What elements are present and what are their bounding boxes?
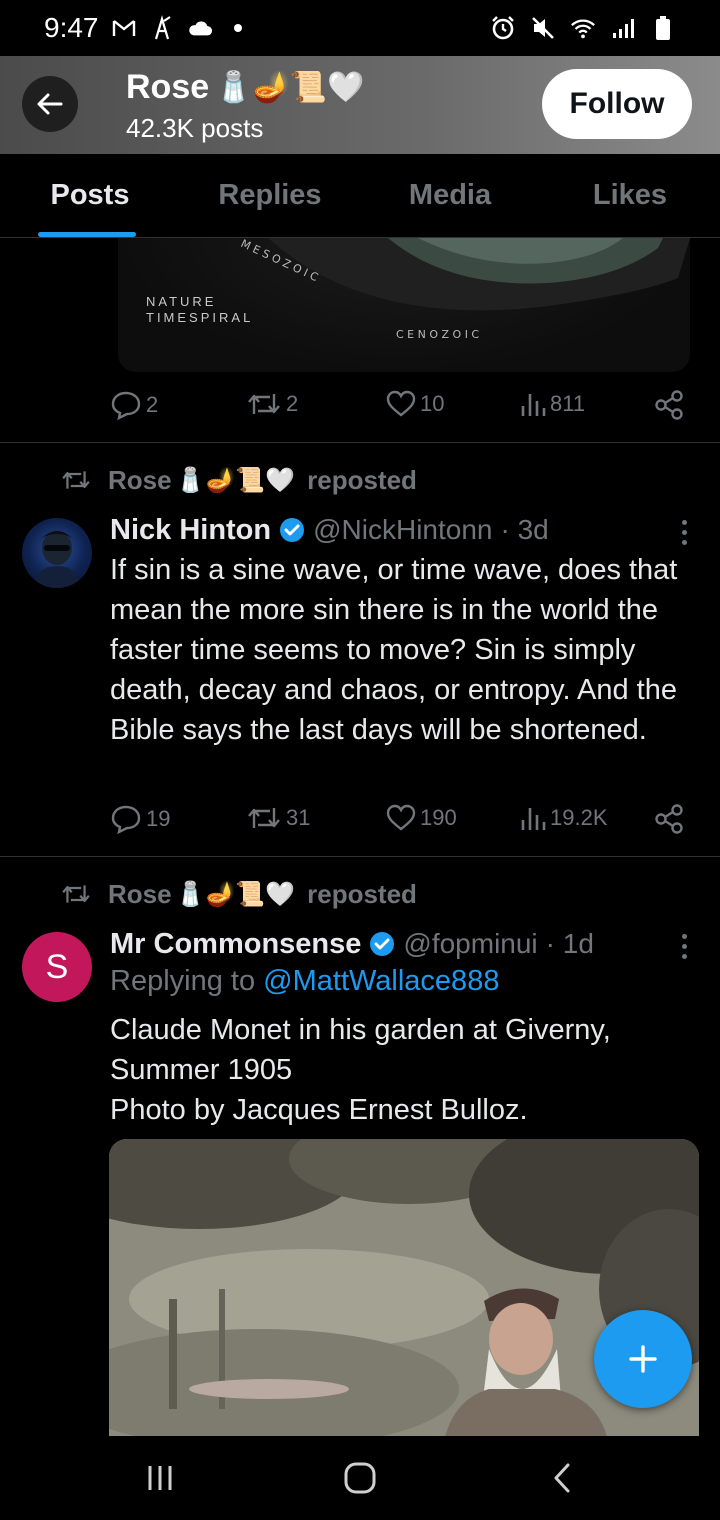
share-icon	[655, 390, 683, 420]
reply-icon	[111, 391, 141, 420]
verified-badge-icon	[280, 518, 305, 542]
like-button[interactable]: 190	[386, 804, 457, 832]
prev-post-actions: 2 2 10 811	[110, 390, 690, 426]
repost-user-name: Rose	[108, 464, 172, 495]
status-time: 9:47	[44, 12, 99, 43]
like-button[interactable]: 10	[386, 390, 444, 418]
share-icon	[655, 804, 683, 834]
heart-icon	[386, 390, 416, 417]
author-name[interactable]: Mr Commonsense	[110, 928, 361, 961]
tab-media[interactable]: Media	[360, 154, 540, 237]
more-dots-icon	[681, 933, 687, 939]
reposted-label: reposted	[307, 878, 417, 909]
divider	[0, 856, 720, 857]
views-button[interactable]: 811	[520, 390, 585, 418]
repost-indicator[interactable]: Rose 🧂🪔📜🤍 reposted	[60, 460, 417, 500]
repost-icon	[248, 394, 280, 414]
profile-header: Rose 🧂🪔📜🤍 42.3K posts Follow	[0, 56, 720, 154]
repost-user-name: Rose	[108, 878, 172, 909]
post-header: Nick Hinton @NickHintonn · 3d	[110, 510, 549, 550]
repost-button[interactable]: 31	[246, 804, 310, 832]
avatar-image	[34, 531, 80, 588]
home-button[interactable]	[340, 1458, 380, 1498]
repost-button[interactable]: 2	[246, 390, 298, 418]
reply-button[interactable]: 2	[110, 390, 158, 420]
post-time: · 1d	[545, 928, 594, 959]
alarm-icon	[490, 15, 516, 41]
profile-tabs: Posts Replies Media Likes	[0, 154, 720, 238]
home-icon	[344, 1462, 376, 1494]
compose-button[interactable]	[594, 1310, 692, 1408]
name-emojis: 🧂🪔📜🤍	[215, 71, 365, 104]
views-icon	[521, 394, 546, 416]
reposted-label: reposted	[307, 464, 417, 495]
post-actions: 19 31 190 19.2K	[110, 804, 690, 840]
post-header: Mr Commonsense @fopminui · 1d	[110, 924, 594, 964]
gmail-icon	[111, 15, 137, 41]
follow-button[interactable]: Follow	[542, 69, 692, 139]
wifi-icon	[570, 15, 596, 41]
nature-timespiral-image[interactable]: M E S O Z O I C C E N O Z O I C NATURE T…	[118, 238, 690, 372]
tab-likes[interactable]: Likes	[540, 154, 720, 237]
back-button[interactable]	[22, 76, 78, 132]
heart-icon	[386, 804, 416, 831]
mute-icon	[530, 15, 556, 41]
timespiral-caption: NATURE TIMESPIRAL	[146, 294, 254, 325]
app-icon	[149, 15, 175, 41]
cloud-icon	[187, 15, 213, 41]
back-nav-icon	[554, 1463, 570, 1493]
tab-posts[interactable]: Posts	[0, 154, 180, 237]
repost-user-emojis: 🧂🪔📜🤍	[175, 880, 296, 908]
divider	[0, 442, 720, 443]
repost-user-emojis: 🧂🪔📜🤍	[175, 466, 296, 494]
repost-indicator[interactable]: Rose 🧂🪔📜🤍 reposted	[60, 874, 417, 914]
more-options-button[interactable]	[676, 926, 692, 966]
share-button[interactable]	[654, 390, 684, 420]
arrow-left-icon	[37, 93, 63, 115]
more-dots-icon	[681, 519, 687, 525]
recent-apps-button[interactable]	[140, 1458, 180, 1498]
posts-count: 42.3K posts	[126, 113, 264, 143]
reply-button[interactable]: 19	[110, 804, 170, 834]
status-bar: 9:47	[0, 0, 720, 56]
plus-icon	[629, 1345, 657, 1373]
post-time: · 3d	[500, 514, 549, 545]
verified-badge-icon	[370, 932, 395, 956]
author-handle[interactable]: @fopminui	[403, 928, 537, 960]
repost-icon	[248, 808, 280, 828]
replying-to: Replying to @MattWallace888	[110, 965, 500, 997]
views-button[interactable]: 19.2K	[520, 804, 608, 832]
avatar-letter: S	[45, 947, 69, 986]
post-text: If sin is a sine wave, or time wave, doe…	[110, 554, 678, 746]
battery-icon	[650, 15, 676, 41]
author-name[interactable]: Nick Hinton	[110, 514, 271, 547]
share-button[interactable]	[654, 804, 684, 834]
reply-icon	[111, 805, 141, 834]
back-nav-button[interactable]	[542, 1458, 582, 1498]
avatar[interactable]: S	[22, 932, 92, 1002]
tab-replies[interactable]: Replies	[180, 154, 360, 237]
dot-icon	[225, 15, 251, 41]
views-icon	[521, 808, 546, 830]
more-options-button[interactable]	[676, 512, 692, 552]
avatar[interactable]	[22, 518, 92, 588]
repost-icon	[62, 471, 90, 489]
signal-icon	[610, 15, 636, 41]
recent-apps-icon	[148, 1466, 172, 1490]
profile-name: Rose 🧂🪔📜🤍	[126, 68, 365, 106]
author-handle[interactable]: @NickHintonn	[313, 514, 492, 546]
repost-icon	[62, 885, 90, 903]
system-nav-bar	[0, 1436, 720, 1520]
post-text: Claude Monet in his garden at Giverny, S…	[110, 1014, 611, 1126]
era-cenozoic-label: C E N O Z O I C	[396, 328, 479, 341]
mention-link[interactable]: @MattWallace888	[263, 965, 499, 997]
